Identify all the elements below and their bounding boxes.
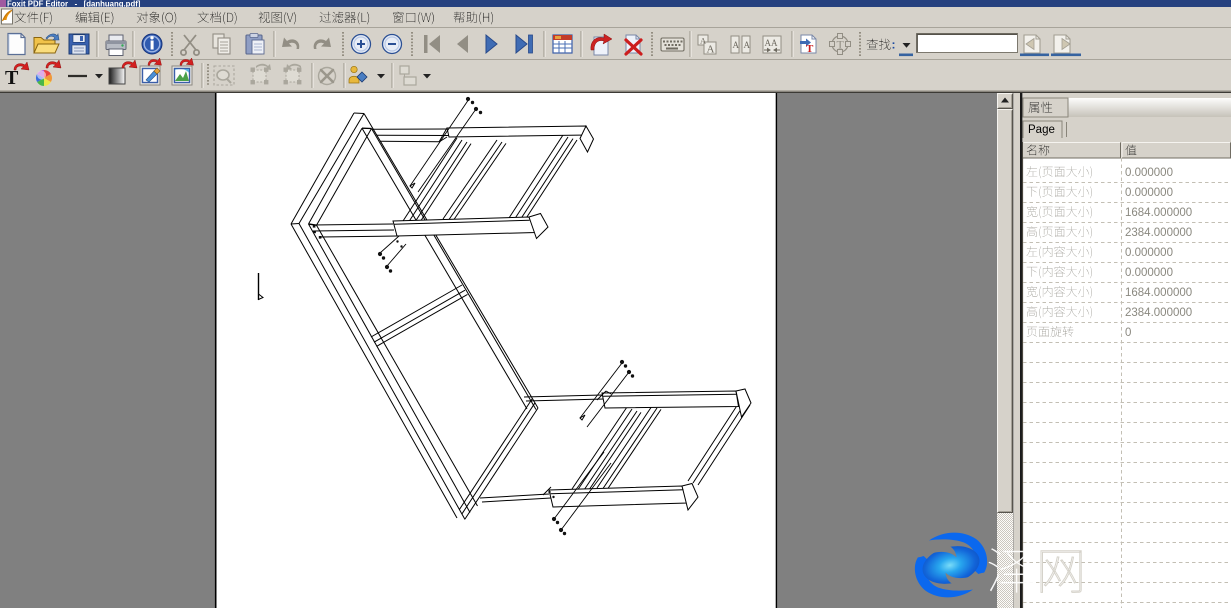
svg-text:T: T xyxy=(837,38,845,52)
svg-text:T: T xyxy=(806,43,814,55)
svg-text:2384.000000: 2384.000000 xyxy=(1125,227,1192,239)
svg-text:1684.000000: 1684.000000 xyxy=(1125,207,1192,219)
svg-text:1684.000000: 1684.000000 xyxy=(1125,287,1192,299)
svg-text:AA: AA xyxy=(765,38,778,48)
svg-text:A: A xyxy=(707,44,715,56)
svg-text:T: T xyxy=(5,67,19,89)
svg-text:0: 0 xyxy=(1125,327,1131,339)
svg-text:A: A xyxy=(744,40,751,50)
svg-text:0.000000: 0.000000 xyxy=(1125,247,1173,259)
svg-text:0.000000: 0.000000 xyxy=(1125,267,1173,279)
svg-text:Page: Page xyxy=(1028,124,1055,136)
svg-text:2384.000000: 2384.000000 xyxy=(1125,307,1192,319)
svg-text:0.000000: 0.000000 xyxy=(1125,167,1173,179)
svg-text:0.000000: 0.000000 xyxy=(1125,187,1173,199)
svg-text::: : xyxy=(892,38,896,52)
svg-text:A: A xyxy=(733,40,740,50)
